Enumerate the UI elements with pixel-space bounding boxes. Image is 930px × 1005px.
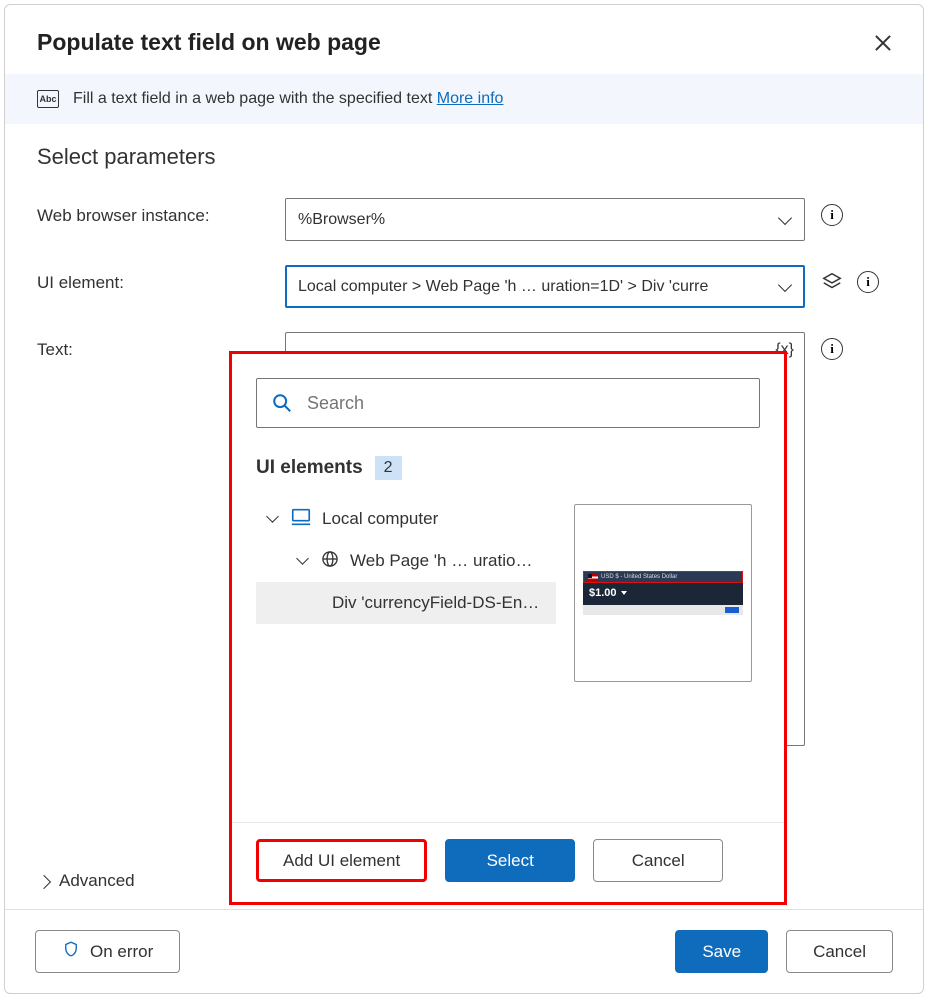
on-error-button[interactable]: On error (35, 930, 180, 973)
preview-header: USD $ - United States Dollar (601, 574, 677, 580)
dialog-header: Populate text field on web page (5, 5, 923, 74)
param-row-ui-element: UI element: Local computer > Web Page 'h… (37, 265, 891, 308)
search-input[interactable] (256, 378, 760, 428)
tree-label: Local computer (322, 509, 438, 529)
dialog: Populate text field on web page Abc Fill… (4, 4, 924, 994)
search-field[interactable] (305, 392, 745, 415)
browser-dropdown[interactable]: %Browser% (285, 198, 805, 241)
computer-icon (290, 506, 312, 533)
dialog-title: Populate text field on web page (37, 29, 381, 56)
advanced-toggle[interactable]: Advanced (37, 871, 135, 891)
info-bar: Abc Fill a text field in a web page with… (5, 74, 923, 124)
chevron-down-icon (621, 591, 627, 595)
chevron-down-icon (778, 280, 792, 294)
ui-elements-count: 2 (375, 456, 402, 480)
cancel-button[interactable]: Cancel (786, 930, 893, 973)
close-icon[interactable] (873, 33, 893, 53)
flag-icon (588, 574, 598, 581)
info-icon[interactable]: i (857, 271, 879, 293)
add-ui-element-button[interactable]: Add UI element (256, 839, 427, 882)
search-icon (271, 392, 293, 414)
picker-footer: Add UI element Select Cancel (232, 822, 784, 902)
chevron-right-icon (37, 874, 51, 888)
text-field-icon: Abc (37, 90, 59, 108)
tree-label: Div 'currencyField-DS-En… (332, 593, 539, 613)
advanced-label: Advanced (59, 871, 135, 891)
info-icon[interactable]: i (821, 204, 843, 226)
select-button[interactable]: Select (445, 839, 575, 882)
on-error-label: On error (90, 942, 153, 962)
chevron-down-icon (266, 512, 280, 526)
more-info-link[interactable]: More info (437, 90, 504, 107)
preview-value: $1.00 (589, 587, 617, 599)
save-button[interactable]: Save (675, 930, 768, 973)
layers-icon[interactable] (821, 271, 843, 293)
chevron-down-icon (778, 213, 792, 227)
tree-node-computer[interactable]: Local computer (256, 498, 556, 540)
tree-node-div[interactable]: Div 'currencyField-DS-En… (256, 582, 556, 624)
picker-cancel-button[interactable]: Cancel (593, 839, 723, 882)
ui-element-value: Local computer > Web Page 'h … uration=1… (298, 278, 708, 296)
info-text: Fill a text field in a web page with the… (73, 90, 503, 108)
ui-element-picker: UI elements 2 Local computer (229, 351, 787, 905)
param-row-browser: Web browser instance: %Browser% i (37, 198, 891, 241)
dialog-footer: On error Save Cancel (5, 909, 923, 993)
browser-value: %Browser% (298, 211, 385, 229)
section-title: Select parameters (37, 144, 891, 170)
tree-node-page[interactable]: Web Page 'h … uration… (256, 540, 556, 582)
globe-icon (320, 549, 340, 574)
shield-icon (62, 940, 80, 963)
ui-elements-title: UI elements (256, 457, 363, 479)
browser-label: Web browser instance: (37, 198, 285, 226)
tree-label: Web Page 'h … uration… (350, 551, 540, 571)
element-preview: USD $ - United States Dollar $1.00 (574, 504, 752, 682)
ui-element-dropdown[interactable]: Local computer > Web Page 'h … uration=1… (285, 265, 805, 308)
chevron-down-icon (296, 554, 310, 568)
ui-element-label: UI element: (37, 265, 285, 293)
ui-elements-header: UI elements 2 (256, 456, 760, 480)
info-icon[interactable]: i (821, 338, 843, 360)
